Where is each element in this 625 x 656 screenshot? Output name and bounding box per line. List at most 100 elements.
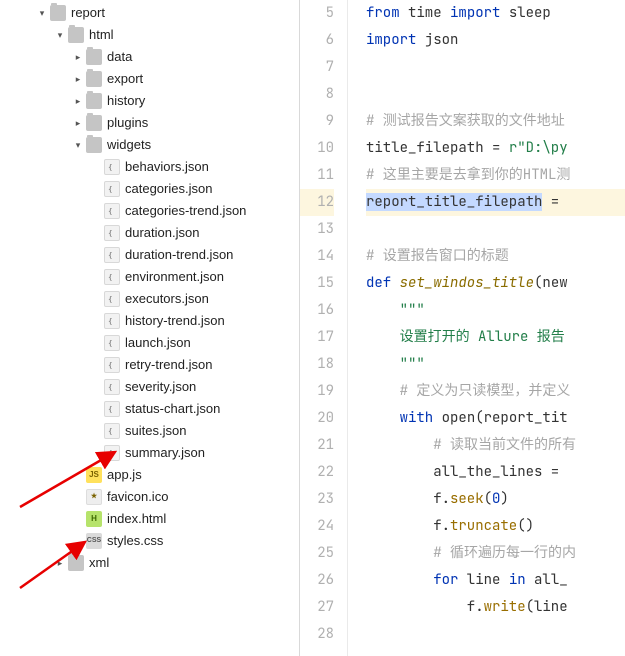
code-line[interactable]: """ — [366, 351, 625, 378]
json-icon: { } — [104, 247, 120, 263]
chevron-right-icon[interactable]: ▸ — [72, 69, 84, 89]
code-editor[interactable]: 5678910111213141516171819202122232425262… — [300, 0, 625, 656]
json-icon: { } — [104, 357, 120, 373]
code-line[interactable]: with open(report_tit — [366, 405, 625, 432]
tree-node[interactable]: ▸{ }categories.json — [0, 178, 299, 200]
chevron-down-icon[interactable]: ▾ — [54, 25, 66, 45]
code-line[interactable]: # 读取当前文件的所有 — [366, 432, 625, 459]
code-line[interactable]: # 这里主要是去拿到你的HTML测 — [366, 162, 625, 189]
line-number: 20 — [300, 405, 334, 432]
tree-node[interactable]: ▸{ }suites.json — [0, 420, 299, 442]
code-line[interactable]: for line in all_ — [366, 567, 625, 594]
json-icon: { } — [104, 159, 120, 175]
tree-node[interactable]: ▸ plugins — [0, 112, 299, 134]
chevron-right-icon[interactable]: ▸ — [54, 553, 66, 573]
tree-node[interactable]: ▸★favicon.ico — [0, 486, 299, 508]
code-line[interactable]: report_title_filepath = — [366, 189, 625, 216]
chevron-right-icon[interactable]: ▸ — [72, 47, 84, 67]
svg-text:{ }: { } — [108, 186, 117, 194]
tree-node[interactable]: ▸{ }categories-trend.json — [0, 200, 299, 222]
code-line[interactable] — [366, 54, 625, 81]
tree-node[interactable]: ▸ data — [0, 46, 299, 68]
code-line[interactable]: # 测试报告文案获取的文件地址 — [366, 108, 625, 135]
tree-node-label: history-trend.json — [125, 311, 225, 331]
chevron-right-icon[interactable]: ▸ — [72, 113, 84, 133]
tree-node[interactable]: ▸history — [0, 90, 299, 112]
code-line[interactable]: # 循环遍历每一行的内 — [366, 540, 625, 567]
tree-node[interactable]: ▸{ }behaviors.json — [0, 156, 299, 178]
tree-node[interactable]: ▸{ }executors.json — [0, 288, 299, 310]
line-number: 23 — [300, 486, 334, 513]
tree-node[interactable]: ▸{ }duration.json — [0, 222, 299, 244]
tree-node[interactable]: ▸export — [0, 68, 299, 90]
chevron-down-icon[interactable]: ▾ — [72, 135, 84, 155]
tree-node[interactable]: ▸{ }duration-trend.json — [0, 244, 299, 266]
tree-node[interactable]: ▾widgets — [0, 134, 299, 156]
tree-node[interactable]: ▸{ }retry-trend.json — [0, 354, 299, 376]
code-line[interactable]: # 设置报告窗口的标题 — [366, 243, 625, 270]
folder-icon — [86, 115, 102, 131]
json-icon: { } — [104, 401, 120, 417]
line-number: 8 — [300, 81, 334, 108]
html-icon: H — [86, 511, 102, 527]
svg-text:{ }: { } — [108, 318, 117, 326]
line-number: 16 — [300, 297, 334, 324]
svg-text:{ }: { } — [108, 296, 117, 304]
line-number: 10 — [300, 135, 334, 162]
code-line[interactable]: 设置打开的 Allure 报告 — [366, 324, 625, 351]
tree-node[interactable]: ▸{ }launch.json — [0, 332, 299, 354]
json-icon: { } — [104, 423, 120, 439]
folder-icon — [68, 27, 84, 43]
tree-node[interactable]: ▸{ }summary.json — [0, 442, 299, 464]
svg-text:{ }: { } — [108, 362, 117, 370]
tree-node-label: retry-trend.json — [125, 355, 212, 375]
line-number: 13 — [300, 216, 334, 243]
tree-node[interactable]: ▸JSapp.js — [0, 464, 299, 486]
tree-node[interactable]: ▸{ }environment.json — [0, 266, 299, 288]
line-number: 9 — [300, 108, 334, 135]
svg-text:{ }: { } — [108, 208, 117, 216]
tree-node[interactable]: ▸CSSstyles.css — [0, 530, 299, 552]
folder-icon — [86, 137, 102, 153]
code-line[interactable] — [366, 216, 625, 243]
tree-node[interactable]: ▾report — [0, 2, 299, 24]
tree-node[interactable]: ▸{ }history-trend.json — [0, 310, 299, 332]
chevron-down-icon[interactable]: ▾ — [36, 3, 48, 23]
tree-node-label: plugins — [107, 113, 148, 133]
tree-node-label: data — [107, 47, 132, 67]
code-line[interactable] — [366, 621, 625, 648]
tree-node-label: behaviors.json — [125, 157, 209, 177]
tree-node-label: summary.json — [125, 443, 205, 463]
code-line[interactable]: def set_windos_title(new — [366, 270, 625, 297]
code-line[interactable]: from time import sleep — [366, 0, 625, 27]
tree-node[interactable]: ▸ xml — [0, 552, 299, 574]
line-number: 17 — [300, 324, 334, 351]
code-line[interactable]: """ — [366, 297, 625, 324]
code-line[interactable]: f.write(line — [366, 594, 625, 621]
code-line[interactable]: title_filepath = r"D:\py — [366, 135, 625, 162]
svg-text:{ }: { } — [108, 450, 117, 458]
tree-node[interactable]: ▸{ }status-chart.json — [0, 398, 299, 420]
code-line[interactable]: f.seek(0) — [366, 486, 625, 513]
file-tree[interactable]: ▾report▾html▸data▸export▸history▸plugins… — [0, 2, 299, 574]
folder-icon — [86, 49, 102, 65]
svg-text:{ }: { } — [108, 406, 117, 414]
json-icon: { } — [104, 313, 120, 329]
tree-node[interactable]: ▾html — [0, 24, 299, 46]
tree-node[interactable]: ▸Hindex.html — [0, 508, 299, 530]
tree-node-label: xml — [89, 553, 109, 573]
tree-node[interactable]: ▸{ }severity.json — [0, 376, 299, 398]
svg-text:{ }: { } — [108, 274, 117, 282]
svg-text:{ }: { } — [108, 384, 117, 392]
code-line[interactable] — [366, 81, 625, 108]
chevron-right-icon[interactable]: ▸ — [72, 91, 84, 111]
tree-node-label: favicon.ico — [107, 487, 168, 507]
line-number: 25 — [300, 540, 334, 567]
js-icon: JS — [86, 467, 102, 483]
code-content[interactable]: from time import sleepimport json # 测试报告文… — [348, 0, 625, 656]
code-line[interactable]: f.truncate() — [366, 513, 625, 540]
code-line[interactable]: import json — [366, 27, 625, 54]
code-line[interactable]: # 定义为只读模型，并定义 — [366, 378, 625, 405]
code-line[interactable]: all_the_lines = — [366, 459, 625, 486]
tree-node-label: app.js — [107, 465, 142, 485]
